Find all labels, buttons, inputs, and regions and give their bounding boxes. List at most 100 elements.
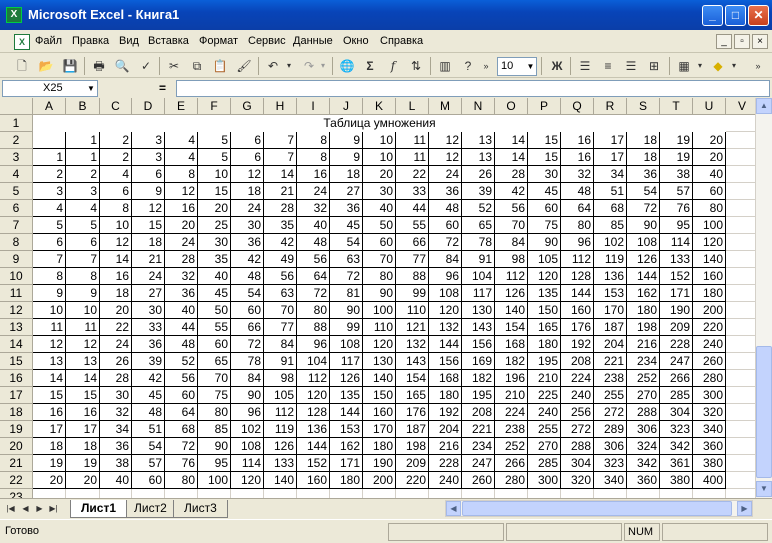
product-cell[interactable]: 304 xyxy=(660,404,693,421)
product-cell[interactable]: 204 xyxy=(429,421,462,438)
product-cell[interactable]: 30 xyxy=(198,234,231,251)
multiplier-cell[interactable]: 13 xyxy=(33,353,66,370)
doc-restore-button[interactable]: ▫ xyxy=(734,34,750,49)
product-cell[interactable]: 16 xyxy=(165,200,198,217)
product-cell[interactable]: 60 xyxy=(429,217,462,234)
align-center-icon[interactable]: ≡ xyxy=(599,57,617,75)
product-cell[interactable]: 36 xyxy=(165,285,198,302)
product-cell[interactable]: 180 xyxy=(363,438,396,455)
product-cell[interactable]: 150 xyxy=(528,302,561,319)
product-cell[interactable]: 285 xyxy=(528,455,561,472)
product-cell[interactable]: 57 xyxy=(660,183,693,200)
product-cell[interactable]: 228 xyxy=(660,336,693,353)
toolbar-options-icon[interactable]: » xyxy=(752,57,764,75)
product-cell[interactable]: 200 xyxy=(363,472,396,489)
product-cell[interactable]: 5 xyxy=(66,217,100,234)
product-cell[interactable]: 68 xyxy=(594,200,627,217)
multiplier-cell[interactable]: 2 xyxy=(33,166,66,183)
product-cell[interactable]: 38 xyxy=(100,455,132,472)
grid-cell[interactable] xyxy=(627,489,660,498)
product-cell[interactable]: 70 xyxy=(264,302,297,319)
autosum-icon[interactable]: Σ xyxy=(361,57,379,75)
product-cell[interactable]: 154 xyxy=(495,319,528,336)
product-cell[interactable]: 240 xyxy=(429,472,462,489)
product-cell[interactable]: 133 xyxy=(264,455,297,472)
product-cell[interactable]: 95 xyxy=(198,455,231,472)
grid-cell[interactable] xyxy=(726,302,755,319)
grid-cell[interactable] xyxy=(726,438,755,455)
product-cell[interactable]: 28 xyxy=(495,166,528,183)
menu-insert[interactable]: Вставка xyxy=(148,35,189,47)
product-cell[interactable]: 195 xyxy=(462,387,495,404)
last-sheet-icon[interactable]: ▶| xyxy=(47,502,60,516)
grid-cell[interactable] xyxy=(726,285,755,302)
product-cell[interactable]: 16 xyxy=(100,268,132,285)
product-cell[interactable]: 209 xyxy=(660,319,693,336)
product-cell[interactable]: 11 xyxy=(66,319,100,336)
product-cell[interactable]: 42 xyxy=(264,234,297,251)
header-cell[interactable]: 16 xyxy=(561,132,594,149)
product-cell[interactable]: 9 xyxy=(330,149,363,166)
grid-cell[interactable] xyxy=(660,489,693,498)
format-painter-icon[interactable]: 🖌 xyxy=(235,57,253,75)
column-header[interactable]: B xyxy=(66,98,100,115)
product-cell[interactable]: 270 xyxy=(528,438,561,455)
product-cell[interactable]: 40 xyxy=(165,302,198,319)
product-cell[interactable]: 324 xyxy=(627,438,660,455)
product-cell[interactable]: 80 xyxy=(165,472,198,489)
product-cell[interactable]: 400 xyxy=(693,472,726,489)
product-cell[interactable]: 80 xyxy=(297,302,330,319)
menu-data[interactable]: Данные xyxy=(293,35,333,47)
grid-cell[interactable] xyxy=(726,336,755,353)
product-cell[interactable]: 119 xyxy=(264,421,297,438)
grid-cell[interactable] xyxy=(462,489,495,498)
row-header[interactable]: 20 xyxy=(0,438,33,455)
product-cell[interactable]: 80 xyxy=(693,200,726,217)
grid-cell[interactable] xyxy=(33,489,66,498)
product-cell[interactable]: 130 xyxy=(363,353,396,370)
product-cell[interactable]: 15 xyxy=(528,149,561,166)
product-cell[interactable]: 152 xyxy=(297,455,330,472)
product-cell[interactable]: 220 xyxy=(396,472,429,489)
new-icon[interactable]: 🗋 xyxy=(13,57,31,75)
redo-icon[interactable]: ↷ xyxy=(300,57,318,75)
product-cell[interactable]: 48 xyxy=(231,268,264,285)
product-cell[interactable]: 187 xyxy=(396,421,429,438)
row-header[interactable]: 18 xyxy=(0,404,33,421)
product-cell[interactable]: 66 xyxy=(396,234,429,251)
product-cell[interactable]: 8 xyxy=(297,149,330,166)
product-cell[interactable]: 85 xyxy=(198,421,231,438)
product-cell[interactable]: 171 xyxy=(330,455,363,472)
product-cell[interactable]: 10 xyxy=(100,217,132,234)
row-header[interactable]: 1 xyxy=(0,115,33,132)
product-cell[interactable]: 260 xyxy=(693,353,726,370)
product-cell[interactable]: 18 xyxy=(330,166,363,183)
header-cell[interactable]: 18 xyxy=(627,132,660,149)
product-cell[interactable]: 90 xyxy=(528,234,561,251)
product-cell[interactable]: 266 xyxy=(660,370,693,387)
product-cell[interactable]: 112 xyxy=(297,370,330,387)
product-cell[interactable]: 32 xyxy=(100,404,132,421)
product-cell[interactable]: 51 xyxy=(594,183,627,200)
grid-cell[interactable] xyxy=(396,489,429,498)
grid-cell[interactable] xyxy=(726,489,755,498)
product-cell[interactable]: 8 xyxy=(165,166,198,183)
product-cell[interactable]: 98 xyxy=(264,370,297,387)
product-cell[interactable]: 143 xyxy=(396,353,429,370)
multiplier-cell[interactable]: 20 xyxy=(33,472,66,489)
product-cell[interactable]: 18 xyxy=(231,183,264,200)
product-cell[interactable]: 160 xyxy=(693,268,726,285)
product-cell[interactable]: 36 xyxy=(100,438,132,455)
product-cell[interactable]: 120 xyxy=(363,336,396,353)
grid-cell[interactable] xyxy=(594,489,627,498)
product-cell[interactable]: 22 xyxy=(396,166,429,183)
product-cell[interactable]: 99 xyxy=(396,285,429,302)
menu-tools[interactable]: Сервис xyxy=(248,35,286,47)
prev-sheet-icon[interactable]: ◀ xyxy=(19,502,32,516)
product-cell[interactable]: 209 xyxy=(396,455,429,472)
product-cell[interactable]: 24 xyxy=(429,166,462,183)
grid-cell[interactable] xyxy=(495,489,528,498)
vertical-scrollbar[interactable]: ▲ ▼ xyxy=(755,98,772,498)
align-right-icon[interactable]: ☰ xyxy=(622,57,640,75)
grid-cell[interactable] xyxy=(264,489,297,498)
